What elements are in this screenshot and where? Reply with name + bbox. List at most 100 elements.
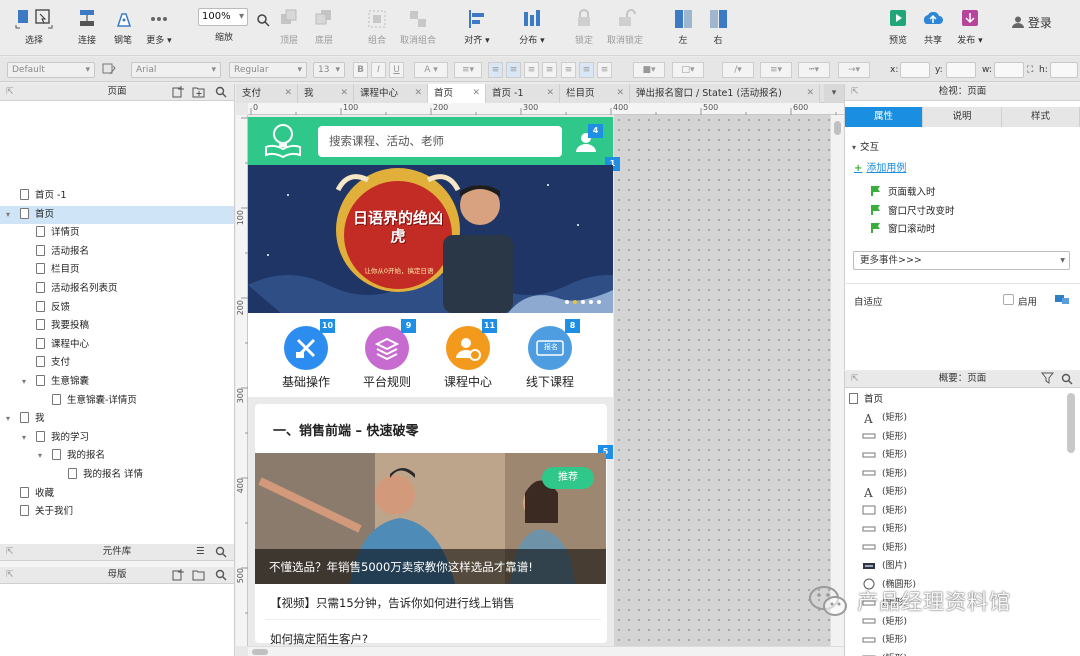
masters-panel-header[interactable]: ⇱ 母版 [0,567,234,584]
underline-button[interactable]: U [389,62,404,78]
left-button[interactable]: 左 [670,8,696,46]
send-bottom-button[interactable]: 底层 [311,8,337,46]
offline-course-label[interactable]: 线下课程 [515,373,585,390]
zoom-control[interactable]: 100% ▾ 缩放 [198,8,250,43]
line-color-button[interactable]: ∕▾ [722,62,754,78]
distribute-button[interactable]: 分布 ▾ [516,8,548,46]
chevron-down-icon[interactable]: ▾ [38,451,42,460]
page-tree-item[interactable]: 活动报名 [36,243,89,261]
lock-button[interactable]: 锁定 [572,8,596,46]
add-folder-icon[interactable] [192,568,206,581]
chevron-down-icon[interactable]: ▾ [22,433,26,442]
font-weight-select[interactable]: Regular ▾ [229,62,307,78]
valign-middle-button[interactable]: ≡ [579,62,594,78]
page-tree-item[interactable]: 我的报名 [52,447,105,465]
tab-overflow-button[interactable]: ▾ [824,84,844,103]
page-tree-item[interactable]: 支付 [36,354,70,372]
shadow-button[interactable]: □▾ [672,62,704,78]
menu-icon[interactable]: ☰ [196,544,205,560]
bold-button[interactable]: B [353,62,368,78]
add-case-link[interactable]: + 添加用例 [854,159,906,174]
outline-item[interactable]: (矩形) [862,428,907,446]
bullet-button[interactable]: ≡▾ [454,62,482,78]
arrow-style-button[interactable]: →▾ [838,62,870,78]
basic-ops-label[interactable]: 基础操作 [271,373,341,390]
feature-image[interactable]: 推荐 不懂选品？年销售5000万卖家教你这样选品才靠谱! [255,453,606,584]
collapse-icon[interactable]: ⇱ [6,567,14,583]
style-select[interactable]: Default ▾ [7,62,95,78]
right-button[interactable]: 右 [705,8,731,46]
lock-ratio-icon[interactable]: ⛶ [1027,65,1033,75]
filter-icon[interactable] [1041,372,1054,384]
page-tree-item[interactable]: 生意锦囊-详情页 [52,392,137,410]
bring-top-button[interactable]: 顶层 [276,8,302,46]
tab-4[interactable]: 首页 -1 ✕ [486,84,560,103]
collapse-icon[interactable]: ⇱ [6,84,14,100]
align-right-text-button[interactable]: ≡ [524,62,539,78]
outline-item[interactable]: (矩形) [862,502,907,520]
search-input[interactable]: 搜索课程、活动、老师 [318,126,562,157]
align-button[interactable]: 对齐 ▾ [462,8,492,46]
vertical-scrollbar[interactable] [830,115,844,646]
adaptive-checkbox[interactable] [1003,294,1014,305]
event-item[interactable]: 窗口尺寸改变时 [870,203,955,217]
hero-banner[interactable]: 日语界的绝凶虎 让你从0开始，搞定日语 [248,165,613,313]
outline-item[interactable]: A (矩形) [862,483,907,501]
close-icon[interactable]: ✕ [472,84,480,103]
close-icon[interactable]: ✕ [546,84,554,103]
group-button[interactable]: 组合 [364,8,390,46]
collapse-icon[interactable]: ⇱ [6,544,14,560]
page-tree-item[interactable]: 我的报名 详情 [68,466,143,484]
page-tree-item[interactable]: 关于我们 [20,503,73,521]
tab-5[interactable]: 栏目页 ✕ [560,84,630,103]
outline-scrollbar[interactable] [1067,393,1075,453]
page-tree-item[interactable]: 活动报名列表页 [36,280,118,298]
line-style-button[interactable]: ┅▾ [798,62,830,78]
adaptive-settings-icon[interactable] [1054,293,1070,305]
add-page-icon[interactable] [172,85,185,98]
x-input[interactable] [900,62,930,78]
align-left-text-button[interactable]: ≡ [488,62,503,78]
page-tree-item[interactable]: 栏目页 [36,261,80,279]
login-button[interactable]: 登录 [1012,14,1052,31]
outline-item[interactable]: (矩形) [862,520,907,538]
align-center-text-button[interactable]: ≡ [506,62,521,78]
close-icon[interactable]: ✕ [616,84,624,103]
tab-2[interactable]: 课程中心 ✕ [354,84,428,103]
add-folder-icon[interactable] [192,85,206,98]
tab-0[interactable]: 支付 ✕ [236,84,298,103]
font-select[interactable]: Arial ▾ [131,62,221,78]
outline-item[interactable]: (图片) [862,557,907,575]
page-tree-item[interactable]: 收藏 [20,485,54,503]
tab-properties[interactable]: 属性 [845,107,923,127]
outline-item[interactable]: (矩形) [862,631,907,649]
italic-button[interactable]: I [371,62,386,78]
close-icon[interactable]: ✕ [414,84,422,103]
event-item[interactable]: 页面载入时 [870,184,936,198]
w-input[interactable] [994,62,1024,78]
page-tree-item[interactable]: 反馈 [36,299,70,317]
search-icon[interactable] [1061,373,1073,385]
page-tree-item[interactable]: 我的学习 [36,429,89,447]
tab-notes[interactable]: 说明 [923,107,1002,127]
search-icon[interactable] [256,13,270,27]
close-icon[interactable]: ✕ [284,84,292,103]
share-button[interactable]: 共享 [920,8,946,46]
pen-tool[interactable]: 钢笔 [108,8,138,46]
fill-color-button[interactable]: ■▾ [633,62,665,78]
font-size-select[interactable]: 13 ▾ [313,62,345,78]
article-item[interactable]: 【视频】只需15分钟，告诉你如何进行线上销售 [270,595,515,611]
carousel-dots[interactable] [564,299,606,305]
library-panel-header[interactable]: ⇱ 元件库 ☰ [0,544,234,561]
tab-3[interactable]: 首页 ✕ [428,84,486,103]
page-tree-item[interactable]: 首页 [20,206,54,224]
search-icon[interactable] [215,86,227,98]
unlock-button[interactable]: 取消锁定 [606,8,644,46]
valign-bottom-button[interactable]: ≡ [597,62,612,78]
outline-item[interactable]: (矩形) [862,465,907,483]
outline-item[interactable]: (矩形) [862,446,907,464]
h-input[interactable] [1050,62,1078,78]
interaction-section[interactable]: ▾ 交互 [852,139,879,153]
ungroup-button[interactable]: 取消组合 [398,8,438,46]
page-tree-item[interactable]: 详情页 [36,224,80,242]
